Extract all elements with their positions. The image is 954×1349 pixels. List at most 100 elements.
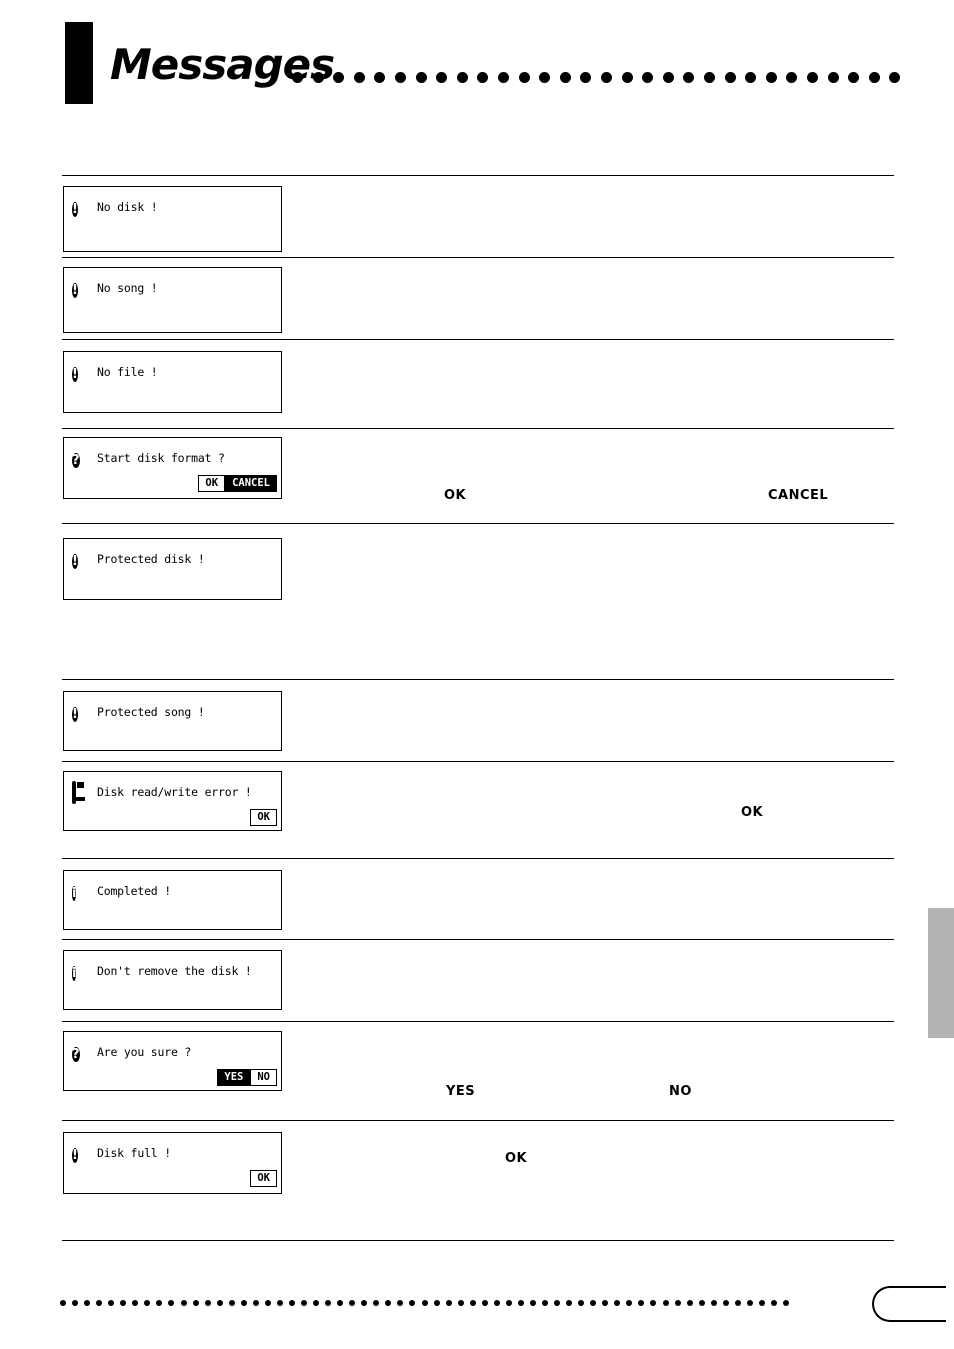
footer-dot [505,1300,512,1306]
footer-dot [445,1300,452,1306]
footer-dot [156,1300,163,1306]
footer-dot-rule [60,1300,790,1308]
footer-dot [770,1300,777,1306]
footer-dot [674,1300,681,1306]
message-row: ! Protected disk ! [64,539,281,572]
footer-dot [264,1300,271,1306]
row-divider [62,1021,894,1022]
exclamation-icon: ! [72,367,78,382]
footer-dot [240,1300,247,1306]
keyword-sure-yes: YES [446,1084,476,1099]
footer-dot [276,1300,283,1306]
footer-dot [301,1300,307,1306]
footer-dot [710,1300,717,1306]
message-text: Protected disk ! [97,552,205,566]
footer-dot [108,1300,115,1306]
row-divider [62,1120,894,1121]
message-box-completed: i Completed ! [63,870,282,930]
row-divider [62,939,894,940]
message-box-dont-remove-the-disk: i Don't remove the disk ! [63,950,282,1010]
message-row: ! No file ! [64,352,281,385]
floppy-disk-icon [72,781,90,804]
row-divider [62,858,894,859]
yes-button[interactable]: YES [217,1069,251,1086]
footer-dot [72,1300,79,1306]
footer-dot [397,1300,404,1306]
footer-dot [409,1300,416,1306]
message-row: ! Disk full ! [64,1133,281,1166]
footer-dot [349,1300,356,1306]
footer-dot [614,1300,621,1306]
row-divider [62,257,894,258]
message-box-disk-read-write-error: Disk read/write error ! OK [63,771,282,831]
message-box-no-disk: ! No disk ! [63,186,282,252]
footer-dot [228,1300,235,1306]
ok-button[interactable]: OK [250,809,277,826]
message-box-no-song: ! No song ! [63,267,282,333]
information-icon: i [72,966,77,981]
message-box-disk-full: ! Disk full ! OK [63,1132,282,1194]
message-buttons: OK CANCEL [64,471,281,496]
cancel-button[interactable]: CANCEL [225,475,277,492]
row-divider [62,523,894,524]
footer-dot [638,1300,645,1306]
message-box-no-file: ! No file ! [63,351,282,413]
footer-dot [313,1300,320,1306]
section-side-tab [928,908,954,1038]
message-text: No disk ! [97,200,158,214]
keyword-format-cancel: CANCEL [768,488,829,503]
footer-dot [517,1300,524,1306]
message-row: i Completed ! [64,871,281,904]
footer-dot [686,1300,693,1306]
messages-table: ! No disk ! ! No song ! ! No file ! ? St… [0,0,954,1349]
message-row: ! No song ! [64,268,281,301]
footer-dot [373,1300,380,1306]
exclamation-icon: ! [72,554,78,569]
footer-dot [60,1300,66,1306]
keyword-sure-no: NO [669,1084,692,1099]
row-divider [62,1240,894,1241]
footer-dot [144,1300,151,1306]
footer-dot [529,1300,536,1306]
footer-dot [433,1300,440,1306]
message-row: ! No disk ! [64,187,281,220]
footer-dot [481,1300,488,1306]
message-text: Protected song ! [97,705,205,719]
message-text: Are you sure ? [97,1045,192,1059]
message-text: Completed ! [97,884,171,898]
footer-dot [337,1300,344,1306]
footer-dot [746,1300,753,1306]
footer-dot [120,1300,127,1306]
row-divider [62,339,894,340]
footer-dot [590,1300,597,1306]
footer-dot [602,1300,609,1306]
row-divider [62,761,894,762]
footer-dot [626,1300,633,1306]
footer-dot [385,1300,392,1306]
message-text: Disk read/write error ! [97,785,252,799]
information-icon: i [72,886,77,901]
message-buttons: OK [64,1166,281,1191]
message-box-protected-song: ! Protected song ! [63,691,282,751]
footer-dot [168,1300,175,1306]
footer-dot [204,1300,211,1306]
footer-dot [734,1300,741,1306]
message-text: No file ! [97,365,158,379]
footer-dot [361,1300,368,1306]
row-divider [62,428,894,429]
message-row: Disk read/write error ! [64,772,281,805]
footer-dot [554,1300,561,1306]
ok-button[interactable]: OK [198,475,226,492]
row-divider [62,679,894,680]
keyword-error-ok: OK [741,805,764,820]
footer-dot [252,1300,259,1306]
no-button[interactable]: NO [250,1069,277,1086]
footer-dot [421,1300,428,1306]
keyword-full-ok: OK [505,1151,528,1166]
keyword-format-ok: OK [444,488,467,503]
exclamation-icon: ! [72,707,78,722]
message-row: ! Protected song ! [64,692,281,725]
message-box-start-disk-format: ? Start disk format ? OK CANCEL [63,437,282,499]
ok-button[interactable]: OK [250,1170,277,1187]
footer-dot [650,1300,657,1306]
